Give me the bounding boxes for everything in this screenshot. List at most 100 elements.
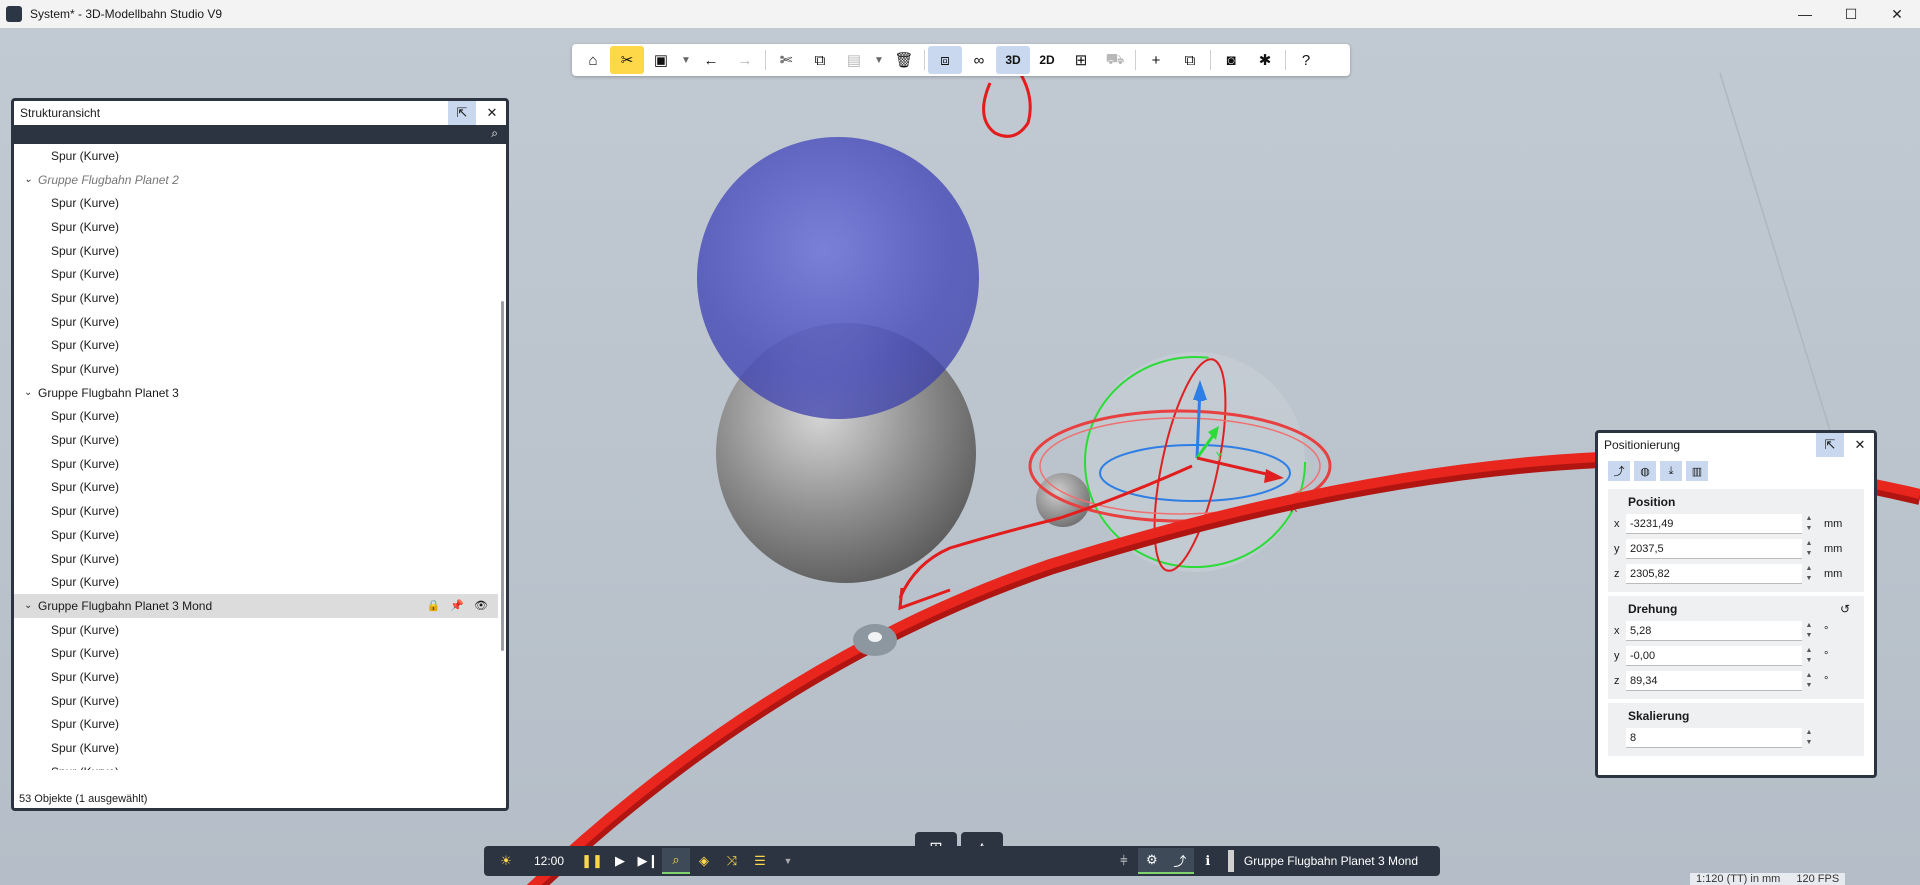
- rotation-z-stepper[interactable]: ▲ ▼: [1804, 671, 1814, 691]
- time-display[interactable]: 12:00: [520, 848, 578, 874]
- paste-button[interactable]: ▤: [837, 46, 871, 74]
- list-dropdown[interactable]: ▼: [774, 848, 802, 874]
- axes-button[interactable]: ⤴: [1165, 848, 1194, 874]
- tab-drop[interactable]: ⤓: [1660, 461, 1682, 481]
- rotation-x-input[interactable]: 5,28: [1626, 620, 1802, 641]
- reset-rotation-icon[interactable]: ↺: [1840, 602, 1850, 616]
- save-button[interactable]: ▣: [644, 46, 678, 74]
- tree-item[interactable]: Spur (Kurve): [14, 452, 498, 476]
- tree-item[interactable]: Spur (Kurve): [14, 334, 498, 358]
- position-x-input[interactable]: -3231,49: [1626, 513, 1802, 534]
- redo-button[interactable]: →: [728, 46, 762, 74]
- save-dropdown[interactable]: ▼: [678, 46, 694, 74]
- undock-button[interactable]: ⇱: [1816, 433, 1844, 457]
- close-panel-button[interactable]: ✕: [1846, 433, 1874, 457]
- tree-item[interactable]: Spur (Kurve): [14, 641, 498, 665]
- undo-button[interactable]: ←: [694, 46, 728, 74]
- tree-item[interactable]: Spur (Kurve): [14, 736, 498, 760]
- tree-item[interactable]: Spur (Kurve): [14, 428, 498, 452]
- tree-item[interactable]: Spur (Kurve): [14, 689, 498, 713]
- plus-icon: +: [1151, 51, 1161, 69]
- scale-stepper[interactable]: ▲ ▼: [1804, 728, 1814, 748]
- lock-icon[interactable]: 🔒: [427, 599, 441, 612]
- structure-search[interactable]: ⌕: [14, 125, 506, 144]
- position-y-stepper[interactable]: ▲ ▼: [1804, 539, 1814, 559]
- tree-item[interactable]: Spur (Kurve): [14, 262, 498, 286]
- rotation-y-input[interactable]: -0,00: [1626, 645, 1802, 666]
- tree-group[interactable]: ⌄ Gruppe Flugbahn Planet 3 Mond 🔒 📌 👁: [14, 594, 498, 618]
- eye-icon[interactable]: 👁: [474, 599, 488, 612]
- list-button[interactable]: ☰: [746, 848, 774, 874]
- search-tool-button[interactable]: ⌕: [662, 848, 690, 874]
- tree-item[interactable]: Spur (Kurve): [14, 760, 498, 770]
- copy-button[interactable]: ⧉: [803, 46, 837, 74]
- rotation-x-stepper[interactable]: ▲ ▼: [1804, 621, 1814, 641]
- tree-item[interactable]: Spur (Kurve): [14, 357, 498, 381]
- tab-local-axes[interactable]: ⤴: [1608, 461, 1630, 481]
- mixer-button[interactable]: ⫩: [1110, 848, 1138, 874]
- tree-item[interactable]: Spur (Kurve): [14, 310, 498, 334]
- tree-item[interactable]: Spur (Kurve): [14, 405, 498, 429]
- home-button[interactable]: ⌂: [576, 46, 610, 74]
- grid-button[interactable]: ⊞: [1064, 46, 1098, 74]
- pause-button[interactable]: ❚❚: [578, 848, 606, 874]
- shuffle-button[interactable]: ⤨: [718, 848, 746, 874]
- minimize-button[interactable]: —: [1782, 0, 1828, 28]
- tree-item[interactable]: Spur (Kurve): [14, 547, 498, 571]
- group-button[interactable]: ⧈: [928, 46, 962, 74]
- position-y-input[interactable]: 2037,5: [1626, 538, 1802, 559]
- rotation-y-stepper[interactable]: ▲ ▼: [1804, 646, 1814, 666]
- chevron-down-icon[interactable]: ⌄: [24, 174, 38, 185]
- position-z-input[interactable]: 2305,82: [1626, 563, 1802, 584]
- cut-button[interactable]: ✄: [769, 46, 803, 74]
- position-z-stepper[interactable]: ▲ ▼: [1804, 564, 1814, 584]
- tree-scrollbar[interactable]: [501, 301, 504, 651]
- step-button[interactable]: ▶❙: [634, 848, 662, 874]
- close-window-button[interactable]: ✕: [1874, 0, 1920, 28]
- tab-global[interactable]: ◍: [1634, 461, 1656, 481]
- tree-item[interactable]: Spur (Kurve): [14, 239, 498, 263]
- scale-input[interactable]: 8: [1626, 727, 1802, 748]
- chevron-down-icon[interactable]: ⌄: [24, 387, 38, 398]
- view-2d-button[interactable]: 2D: [1030, 46, 1064, 74]
- paste-dropdown[interactable]: ▼: [871, 46, 887, 74]
- position-x-stepper[interactable]: ▲ ▼: [1804, 514, 1814, 534]
- undock-button[interactable]: ⇱: [448, 101, 476, 125]
- tab-snap-grid[interactable]: ▥: [1686, 461, 1708, 481]
- tree-item[interactable]: Spur (Kurve): [14, 713, 498, 737]
- link-button[interactable]: ∞: [962, 46, 996, 74]
- close-panel-button[interactable]: ✕: [478, 101, 506, 125]
- train-button[interactable]: ⛟: [1098, 46, 1132, 74]
- camera-button[interactable]: ◙: [1214, 46, 1248, 74]
- settings-button[interactable]: ⚙: [1137, 848, 1166, 874]
- rotation-z-input[interactable]: 89,34: [1626, 670, 1802, 691]
- info-button[interactable]: ℹ: [1194, 848, 1222, 874]
- tree-item[interactable]: Spur (Kurve): [14, 215, 498, 239]
- tree-item[interactable]: Spur (Kurve): [14, 144, 498, 168]
- positioning-tabs: ⤴ ◍ ⤓ ▥: [1598, 457, 1874, 485]
- tree-item[interactable]: Spur (Kurve): [14, 499, 498, 523]
- tree-item[interactable]: Spur (Kurve): [14, 618, 498, 642]
- chevron-down-icon[interactable]: ⌄: [24, 600, 38, 611]
- tree-group[interactable]: ⌄ Gruppe Flugbahn Planet 2: [14, 168, 498, 192]
- delete-button[interactable]: 🗑: [887, 46, 921, 74]
- help-button[interactable]: ?: [1289, 46, 1323, 74]
- tree-item[interactable]: Spur (Kurve): [14, 665, 498, 689]
- tree-item[interactable]: Spur (Kurve): [14, 523, 498, 547]
- tree-group[interactable]: ⌄ Gruppe Flugbahn Planet 3: [14, 381, 498, 405]
- daylight-button[interactable]: ☀: [492, 848, 520, 874]
- tree-item[interactable]: Spur (Kurve): [14, 476, 498, 500]
- tree-item[interactable]: Spur (Kurve): [14, 191, 498, 215]
- plugin-button[interactable]: ✱: [1248, 46, 1282, 74]
- tools-button[interactable]: ✂: [610, 46, 644, 74]
- color-swatch[interactable]: [1227, 850, 1234, 872]
- pin-icon[interactable]: 📌: [450, 599, 464, 612]
- view-3d-button[interactable]: 3D: [996, 46, 1030, 74]
- layers-button[interactable]: ◈: [690, 848, 718, 874]
- play-button[interactable]: ▶: [606, 848, 634, 874]
- maximize-button[interactable]: ☐: [1828, 0, 1874, 28]
- tree-item[interactable]: Spur (Kurve): [14, 570, 498, 594]
- add-button[interactable]: +: [1139, 46, 1173, 74]
- window-button[interactable]: ⧉: [1173, 46, 1207, 74]
- tree-item[interactable]: Spur (Kurve): [14, 286, 498, 310]
